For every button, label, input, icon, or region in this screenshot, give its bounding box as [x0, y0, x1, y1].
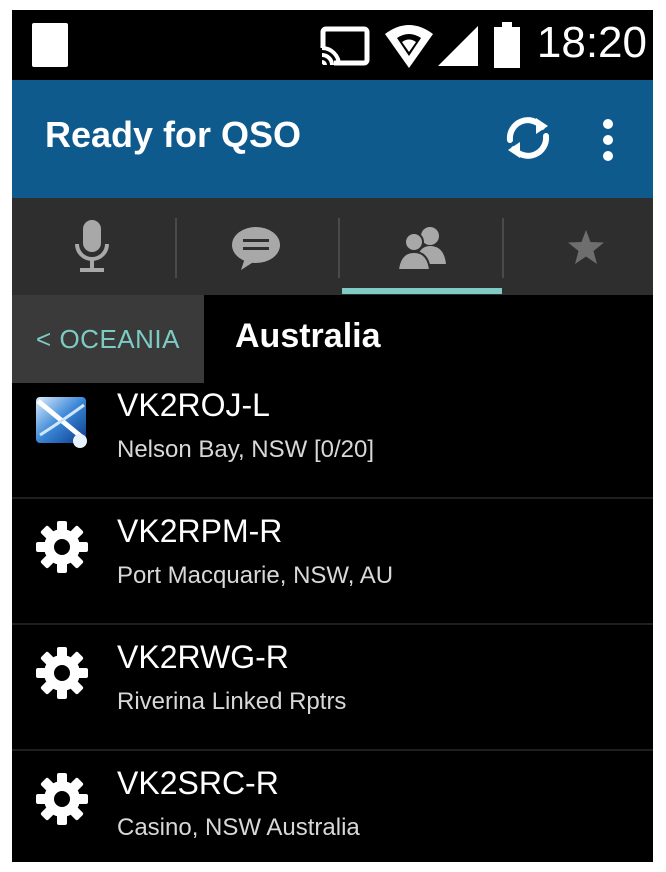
overflow-menu-icon[interactable] [600, 116, 616, 164]
list-item-vk2roj-l[interactable]: VK2ROJ-L Nelson Bay, NSW [0/20] [12, 383, 653, 499]
tab-chat[interactable] [177, 198, 337, 295]
wifi-icon [385, 25, 433, 68]
node-location: Port Macquarie, NSW, AU [117, 562, 394, 589]
battery-icon [494, 22, 520, 68]
active-tab-indicator [342, 288, 502, 294]
star-icon [568, 230, 604, 264]
tab-people[interactable] [342, 198, 502, 295]
list-item-vk2src-r[interactable]: VK2SRC-R Casino, NSW Australia [12, 751, 653, 862]
node-location: Riverina Linked Rptrs [117, 688, 347, 715]
clock: 18:20 [536, 18, 647, 67]
node-callsign: VK2ROJ-L [117, 387, 270, 423]
gear-icon [36, 647, 88, 699]
list-item-vk2rwg-r[interactable]: VK2RWG-R Riverina Linked Rptrs [12, 625, 653, 751]
node-callsign: VK2RWG-R [117, 639, 289, 675]
microphone-icon [75, 220, 109, 272]
node-list: VK2ROJ-L Nelson Bay, NSW [0/20] VK2RPM-R… [12, 383, 653, 862]
cast-icon [320, 26, 370, 66]
back-to-oceania-button[interactable]: < OCEANIA [12, 295, 204, 383]
app-screen: 18:20 Ready for QSO < OCEANIA Australia … [12, 10, 653, 862]
tab-talk[interactable] [12, 198, 172, 295]
node-callsign: VK2RPM-R [117, 513, 283, 549]
notification-icon [32, 23, 68, 67]
tab-bar [12, 198, 653, 295]
app-bar: Ready for QSO [12, 80, 653, 198]
gear-icon [36, 773, 88, 825]
chat-icon [232, 227, 280, 270]
node-location: Nelson Bay, NSW [0/20] [117, 436, 374, 463]
node-location: Casino, NSW Australia [117, 814, 360, 841]
breadcrumb: < OCEANIA Australia [12, 295, 653, 383]
list-item-vk2rpm-r[interactable]: VK2RPM-R Port Macquarie, NSW, AU [12, 499, 653, 625]
signal-icon [438, 26, 478, 66]
gear-icon [36, 521, 88, 573]
status-bar: 18:20 [12, 10, 653, 80]
echolink-icon [36, 397, 87, 448]
tab-favorites[interactable] [504, 198, 653, 295]
node-callsign: VK2SRC-R [117, 765, 279, 801]
tab-divider [338, 218, 340, 278]
app-title: Ready for QSO [45, 114, 302, 155]
refresh-icon[interactable] [500, 110, 556, 166]
people-icon [396, 227, 446, 270]
region-title: Australia [235, 317, 381, 355]
